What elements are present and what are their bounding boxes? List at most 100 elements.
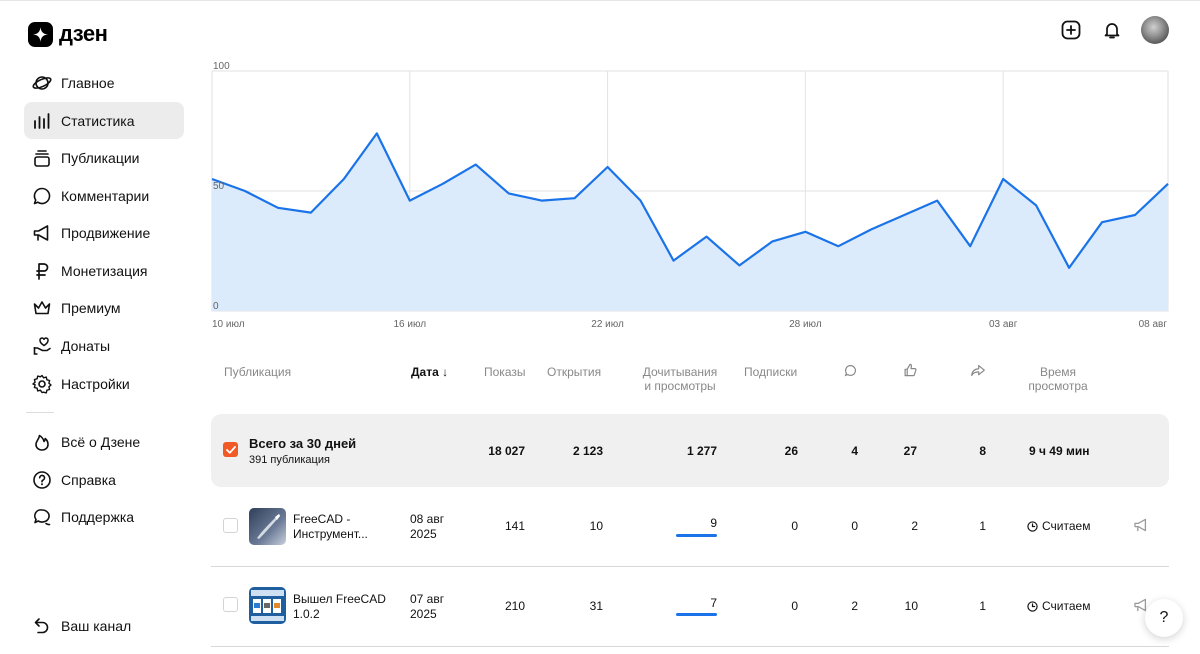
table-row[interactable]: Вышел FreeCAD 1.0.2 07 авг 2025 210 31 7… bbox=[211, 567, 1169, 647]
row-time: Считаем bbox=[1027, 519, 1090, 533]
like-col-icon[interactable] bbox=[903, 363, 917, 380]
y-tick-label: 0 bbox=[213, 301, 219, 312]
y-tick-label: 50 bbox=[213, 181, 225, 192]
total-time: 9 ч 49 мин bbox=[1029, 444, 1090, 458]
sidebar-item-label: Премиум bbox=[61, 299, 121, 316]
col-header-time[interactable]: Время просмотра bbox=[1028, 365, 1088, 393]
sidebar-item-channel[interactable]: Ваш канал bbox=[24, 607, 184, 644]
row-likes: 10 bbox=[904, 599, 918, 613]
col-header-time-line1: Время bbox=[1039, 365, 1077, 379]
views-chart[interactable]: 100 50 0 10 июл 16 июл 22 июл 28 июл 03 авг 08 а… bbox=[211, 61, 1171, 331]
row-shows: 210 bbox=[504, 599, 525, 613]
col-header-opens[interactable]: Открытия bbox=[547, 365, 601, 379]
publication-date: 08 авг 2025 bbox=[410, 512, 444, 542]
sidebar-item-about[interactable]: Всё о Дзене bbox=[24, 423, 184, 460]
sidebar-item-label: Справка bbox=[61, 471, 116, 488]
sidebar-item-publications[interactable]: Публикации bbox=[24, 139, 184, 176]
col-header-date-label: Дата bbox=[411, 365, 439, 379]
dzen-logo[interactable]: дзен bbox=[28, 21, 108, 47]
total-reads: 1 277 bbox=[686, 444, 717, 458]
share-col-icon[interactable] bbox=[971, 364, 985, 380]
sidebar-item-help[interactable]: Справка bbox=[24, 461, 184, 498]
row-time-label: Считаем bbox=[1042, 599, 1091, 613]
sidebar-item-promotion[interactable]: Продвижение bbox=[24, 214, 184, 251]
x-tick-label: 22 июл bbox=[591, 319, 624, 330]
row-opens: 10 bbox=[589, 519, 603, 533]
add-icon[interactable] bbox=[1060, 19, 1082, 41]
sidebar-item-label: Главное bbox=[61, 74, 115, 91]
col-header-reads[interactable]: Дочитывания и просмотры bbox=[642, 365, 718, 393]
table-row[interactable]: FreeCAD - Инструмент... 08 авг 2025 141 … bbox=[211, 487, 1169, 567]
bell-icon[interactable] bbox=[1101, 19, 1123, 41]
col-header-publication[interactable]: Публикация bbox=[224, 365, 291, 379]
question-icon bbox=[33, 470, 51, 489]
reads-progress-bar bbox=[676, 534, 717, 537]
publication-date-line1: 08 авг bbox=[410, 512, 445, 526]
reads-progress-bar bbox=[676, 613, 717, 616]
dzen-star-icon bbox=[28, 21, 53, 47]
total-comments: 4 bbox=[851, 444, 858, 458]
x-tick-label: 16 июл bbox=[393, 319, 426, 330]
col-header-subs[interactable]: Подписки bbox=[744, 365, 797, 379]
sidebar-item-main[interactable]: Главное bbox=[24, 64, 184, 101]
sidebar-item-comments[interactable]: Комментарии bbox=[24, 177, 184, 214]
row-checkbox[interactable] bbox=[223, 518, 238, 533]
row-opens: 31 bbox=[589, 599, 603, 613]
publication-title-line1: FreeCAD - bbox=[293, 512, 351, 526]
publication-thumbnail[interactable] bbox=[249, 587, 286, 624]
series-area bbox=[212, 133, 1168, 311]
row-likes: 2 bbox=[911, 519, 918, 533]
stack-icon bbox=[34, 149, 50, 167]
avatar[interactable] bbox=[1141, 16, 1169, 44]
ruble-icon bbox=[36, 262, 49, 280]
row-comments: 2 bbox=[851, 599, 858, 613]
planet-icon bbox=[32, 75, 52, 90]
back-icon bbox=[34, 617, 49, 633]
total-shows: 18 027 bbox=[488, 444, 525, 458]
sort-arrow-icon: ↓ bbox=[442, 365, 449, 379]
row-checkbox[interactable] bbox=[223, 597, 238, 612]
x-tick-label: 28 июл bbox=[789, 319, 822, 330]
publication-title[interactable]: Вышел FreeCAD 1.0.2 bbox=[293, 592, 386, 622]
brand-name: дзен bbox=[59, 21, 108, 46]
sidebar-item-stats[interactable]: Статистика bbox=[24, 102, 184, 139]
sidebar-item-donations[interactable]: Донаты bbox=[24, 327, 184, 364]
col-header-shows[interactable]: Показы bbox=[484, 365, 525, 379]
crown-icon bbox=[33, 300, 51, 314]
flame-icon bbox=[35, 434, 49, 451]
total-likes: 27 bbox=[903, 444, 917, 458]
row-shares: 1 bbox=[979, 599, 986, 613]
sidebar-item-label: Публикации bbox=[61, 149, 140, 166]
publication-title-line2: Инструмент... bbox=[293, 527, 368, 541]
row-time: Считаем bbox=[1027, 599, 1090, 613]
col-header-time-line2: просмотра bbox=[1028, 379, 1088, 393]
sidebar-item-settings[interactable]: Настройки bbox=[24, 365, 184, 402]
publication-title[interactable]: FreeCAD - Инструмент... bbox=[293, 512, 368, 542]
col-header-reads-line1: Дочитывания bbox=[642, 365, 718, 379]
row-time-label: Считаем bbox=[1042, 519, 1091, 533]
publication-date-line2: 2025 bbox=[410, 527, 437, 541]
total-checkbox[interactable] bbox=[223, 442, 238, 457]
clock-icon bbox=[1027, 600, 1038, 612]
col-header-date[interactable]: Дата ↓ bbox=[411, 365, 448, 379]
sidebar-item-label: Поддержка bbox=[61, 508, 135, 525]
sidebar-divider bbox=[26, 412, 54, 413]
total-subtitle: 391 публикация bbox=[249, 454, 330, 466]
publication-thumbnail[interactable] bbox=[249, 508, 286, 545]
support-icon bbox=[33, 508, 51, 525]
megaphone-icon bbox=[33, 224, 49, 241]
sidebar-item-label: Донаты bbox=[61, 337, 111, 354]
row-reads: 7 bbox=[710, 596, 717, 610]
bar-chart-icon bbox=[34, 112, 50, 129]
row-comments: 0 bbox=[851, 519, 858, 533]
promote-icon[interactable] bbox=[1133, 517, 1149, 536]
sidebar-item-premium[interactable]: Премиум bbox=[24, 289, 184, 326]
help-button[interactable]: ? bbox=[1145, 599, 1183, 637]
x-tick-label: 08 авг bbox=[1139, 319, 1168, 330]
sidebar-item-monetization[interactable]: Монетизация bbox=[24, 252, 184, 289]
col-header-reads-line2: и просмотры bbox=[644, 379, 716, 393]
comment-col-icon[interactable] bbox=[844, 364, 857, 380]
sidebar-item-label: Комментарии bbox=[61, 187, 150, 204]
total-subs: 26 bbox=[784, 444, 798, 458]
sidebar-item-support[interactable]: Поддержка bbox=[24, 498, 184, 535]
